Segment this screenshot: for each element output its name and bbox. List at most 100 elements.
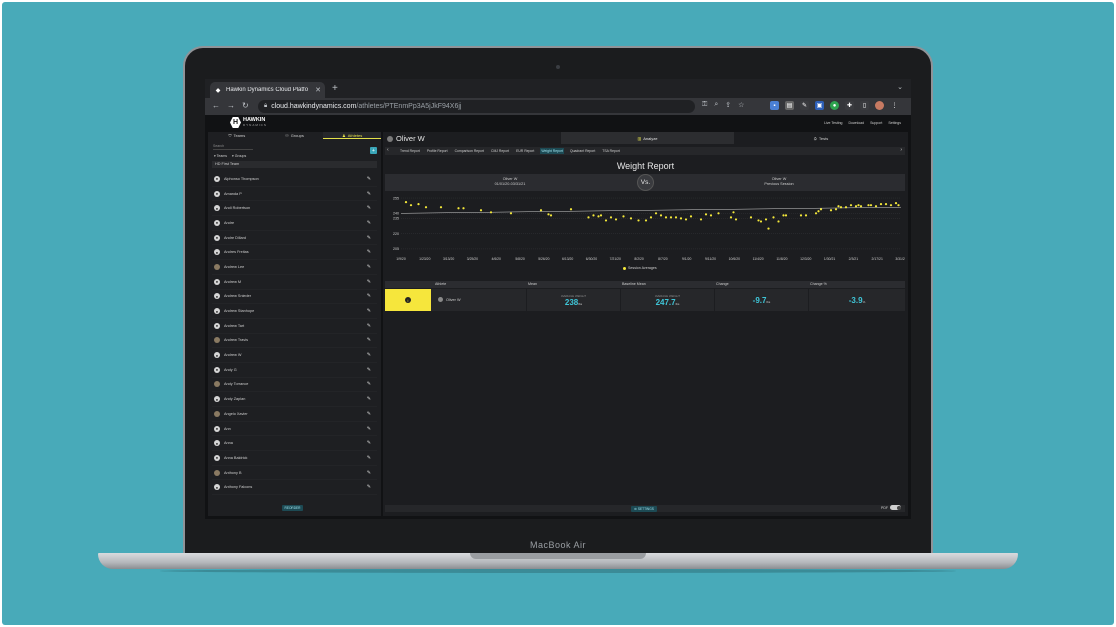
menu-icon[interactable]: ⋮ [890, 101, 899, 110]
list-item[interactable]: Andrew Travis ✎ [212, 334, 377, 349]
extension-2-icon[interactable]: ▤ [785, 101, 794, 110]
tab-teams[interactable]: ⛉ Teams [208, 132, 266, 139]
info-icon[interactable]: i [405, 297, 411, 303]
tab-groups[interactable]: ⚇ Groups [266, 132, 324, 139]
close-tab-icon[interactable]: ✕ [315, 86, 321, 94]
list-item[interactable]: ● Andy Zaplan ✎ [212, 392, 377, 407]
back-icon[interactable]: ← [212, 101, 220, 110]
list-item[interactable]: ● Andrew Stanhope ✎ [212, 304, 377, 319]
list-item[interactable]: ● Andrew M ✎ [212, 275, 377, 290]
list-item[interactable]: ● Andre ✎ [212, 216, 377, 231]
edit-icon[interactable]: ✎ [367, 337, 371, 343]
list-item[interactable]: Andy Torrance ✎ [212, 378, 377, 393]
edit-icon[interactable]: ✎ [367, 411, 371, 417]
key-icon[interactable]: ⚿ [702, 101, 707, 109]
team-select[interactable]: HD First Team [212, 161, 377, 168]
reorder-button[interactable]: REORDER [282, 505, 303, 511]
tab-tests[interactable]: ⛭ Tests [734, 132, 908, 144]
extension-4-icon[interactable]: ● [830, 101, 839, 110]
list-item[interactable]: ● Anthony Falcons ✎ [212, 480, 377, 496]
support-link[interactable]: Support [870, 121, 882, 125]
report-tab[interactable]: CMJ Report [490, 148, 510, 154]
puzzle-icon[interactable]: ✚ [845, 101, 854, 110]
list-item[interactable]: ● Andy G ✎ [212, 363, 377, 378]
list-item[interactable]: ● Ann ✎ [212, 422, 377, 437]
extension-1-icon[interactable]: ▪ [770, 101, 779, 110]
filter-teams[interactable]: ▾ Teams [214, 154, 227, 158]
report-tab[interactable]: Quadrant Report [569, 148, 596, 154]
profile-avatar[interactable] [875, 101, 884, 110]
list-item[interactable]: ● Andrew Tart ✎ [212, 319, 377, 334]
filter-groups[interactable]: ▾ Groups [232, 154, 246, 158]
x-tick-label: 10/6/20 [729, 257, 740, 261]
report-tab[interactable]: EUR Report [515, 148, 535, 154]
edit-icon[interactable]: ✎ [367, 426, 371, 432]
reports-next-icon[interactable]: › [900, 147, 902, 153]
edit-icon[interactable]: ✎ [367, 381, 371, 387]
list-item[interactable]: ● Andre Dillard ✎ [212, 231, 377, 246]
live-testing-link[interactable]: Live Testing [824, 121, 842, 125]
report-tab[interactable]: Comparison Report [454, 148, 485, 154]
pdf-label: PDF [881, 505, 888, 510]
report-tab[interactable]: Profile Report [426, 148, 449, 154]
new-tab-icon[interactable]: + [332, 83, 338, 94]
hawkin-logo[interactable]: H HAWKIN DYNAMICS [230, 117, 267, 128]
edit-icon[interactable]: ✎ [367, 470, 371, 476]
list-item[interactable]: ● Andi Robertson ✎ [212, 201, 377, 217]
browser-tab[interactable]: ◆ Hawkin Dynamics Cloud Platfo ✕ [210, 82, 325, 98]
address-bar[interactable]: 🔒︎ cloud.hawkindynamics.com/athletes/PTE… [258, 100, 695, 113]
edit-icon[interactable]: ✎ [367, 176, 371, 182]
list-item[interactable]: ● Alphonso Thompson ✎ [212, 172, 377, 187]
edit-icon[interactable]: ✎ [367, 308, 371, 314]
settings-button[interactable]: ⚙ SETTINGS [631, 505, 657, 512]
edit-icon[interactable]: ✎ [367, 235, 371, 241]
list-item[interactable]: ● Andrew Snieder ✎ [212, 290, 377, 305]
tab-search-icon[interactable]: ⌄ [897, 83, 903, 91]
reload-icon[interactable]: ↻ [242, 101, 249, 110]
list-item[interactable]: ● Amanda P ✎ [212, 187, 377, 202]
comparison-left[interactable]: Oliver W 01/01/20-03/31/21 [410, 177, 610, 187]
list-item[interactable]: ● Anna Baldrick ✎ [212, 451, 377, 466]
edit-icon[interactable]: ✎ [367, 367, 371, 373]
report-tab[interactable]: Weight Report [540, 148, 564, 154]
zoom-icon[interactable]: ⌕ [714, 101, 718, 109]
edit-icon[interactable]: ✎ [367, 293, 371, 299]
edit-icon[interactable]: ✎ [367, 455, 371, 461]
list-item[interactable]: Anthony B ✎ [212, 466, 377, 481]
edit-icon[interactable]: ✎ [367, 191, 371, 197]
pen-icon[interactable]: ✎ [800, 101, 809, 110]
reports-prev-icon[interactable]: ‹ [387, 147, 389, 153]
report-tab[interactable]: TSA Report [601, 148, 621, 154]
list-item[interactable]: ● Andres Freitas ✎ [212, 245, 377, 261]
edit-icon[interactable]: ✎ [367, 264, 371, 270]
list-item[interactable]: ● Anna ✎ [212, 436, 377, 452]
list-item[interactable]: Andrew Lee ✎ [212, 260, 377, 275]
settings-link[interactable]: Settings [888, 121, 901, 125]
tab-analyze[interactable]: ▥ Analyze [561, 132, 734, 144]
legend-label: Session Averages [628, 266, 657, 270]
edit-icon[interactable]: ✎ [367, 396, 371, 402]
edit-icon[interactable]: ✎ [367, 440, 371, 446]
comparison-right[interactable]: Oliver W Previous Session [679, 177, 879, 187]
pdf-toggle[interactable] [890, 505, 901, 510]
edit-icon[interactable]: ✎ [367, 249, 371, 255]
sidebar-icon[interactable]: ▯ [860, 101, 869, 110]
add-athlete-button[interactable]: + [370, 147, 377, 154]
extension-3-icon[interactable]: ▣ [815, 101, 824, 110]
star-icon[interactable]: ☆ [738, 101, 744, 109]
list-item[interactable]: Angelo Xavier ✎ [212, 407, 377, 422]
edit-icon[interactable]: ✎ [367, 220, 371, 226]
edit-icon[interactable]: ✎ [367, 352, 371, 358]
list-item[interactable]: ● Andrew W ✎ [212, 348, 377, 363]
edit-icon[interactable]: ✎ [367, 323, 371, 329]
search-input[interactable]: Search [213, 144, 253, 150]
report-tab[interactable]: Trend Report [399, 148, 421, 154]
download-link[interactable]: Download [849, 121, 865, 125]
athlete-name: Alphonso Thompson [224, 176, 259, 181]
edit-icon[interactable]: ✎ [367, 205, 371, 211]
edit-icon[interactable]: ✎ [367, 484, 371, 490]
share-icon[interactable]: ⇪ [725, 101, 731, 109]
forward-icon[interactable]: → [227, 101, 235, 110]
tab-athletes[interactable]: ♟ Athletes [323, 132, 382, 139]
edit-icon[interactable]: ✎ [367, 279, 371, 285]
